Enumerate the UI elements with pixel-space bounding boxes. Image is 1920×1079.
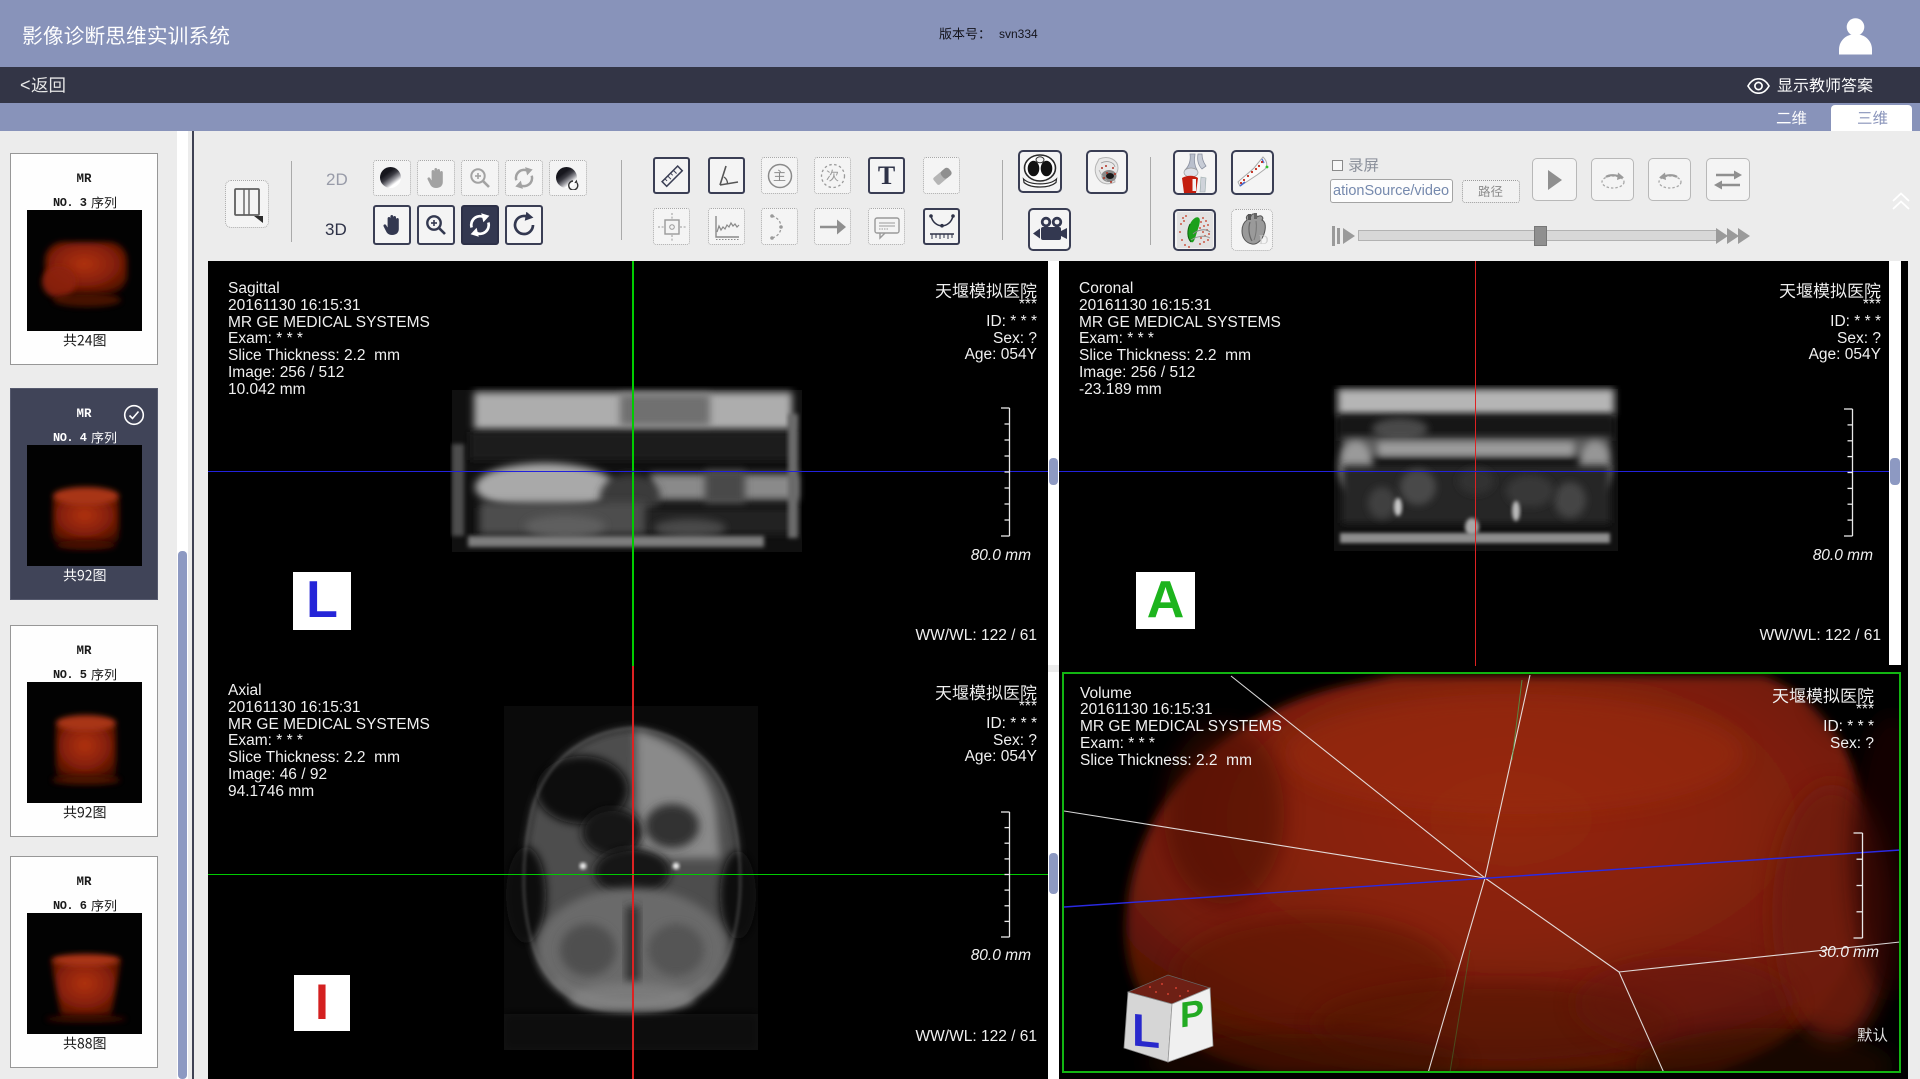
- svg-text:D: D: [1259, 232, 1268, 247]
